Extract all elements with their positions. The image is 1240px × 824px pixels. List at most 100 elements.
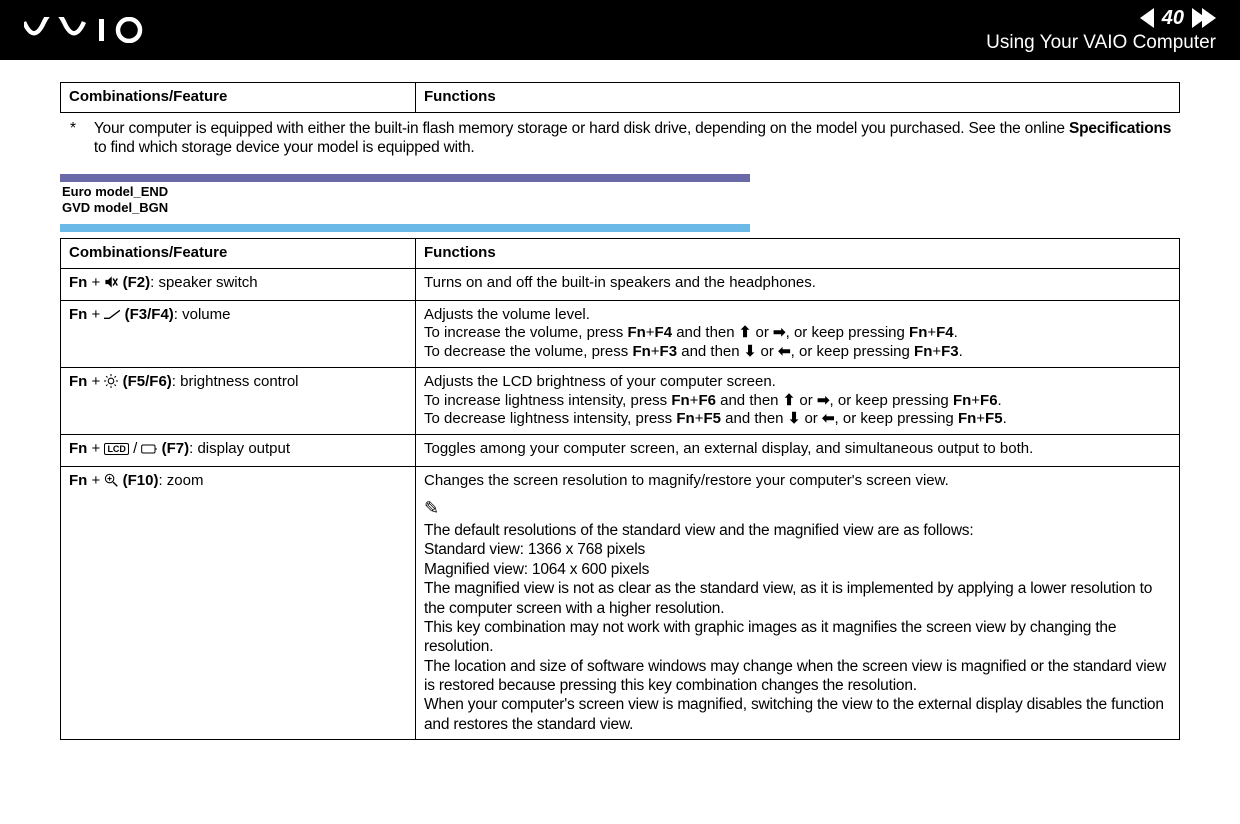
- text: The location and size of software window…: [424, 657, 1171, 696]
- down-arrow-icon: ⬇: [744, 343, 757, 360]
- left-arrow-icon: ⬅: [822, 410, 835, 427]
- fn-table-head: Combinations/Feature Functions: [61, 239, 1180, 269]
- text: or: [751, 324, 773, 341]
- text: , or keep pressing: [830, 392, 953, 409]
- label-f7: : display output: [189, 440, 290, 457]
- kbd: Fn: [676, 410, 694, 427]
- text: or: [795, 392, 817, 409]
- brightness-icon: [104, 374, 118, 394]
- text: , or keep pressing: [786, 324, 909, 341]
- volume-icon: [104, 308, 120, 327]
- kbd: F6: [980, 392, 998, 409]
- text: or: [800, 410, 822, 427]
- func-f2: Turns on and off the built-in speakers a…: [416, 268, 1180, 300]
- text: and then: [721, 410, 788, 427]
- kbd: Fn: [958, 410, 976, 427]
- text: The default resolutions of the standard …: [424, 521, 1171, 540]
- text: This key combination may not work with g…: [424, 618, 1171, 657]
- kbd: F4: [655, 324, 673, 341]
- label-f5f6: : brightness control: [172, 373, 299, 390]
- func-f5f6: Adjusts the LCD brightness of your compu…: [416, 367, 1180, 434]
- right-arrow-icon: ➡: [817, 392, 830, 409]
- text: To increase the volume, press: [424, 324, 627, 341]
- label-f2: : speaker switch: [150, 274, 258, 291]
- fn-table: Combinations/Feature Functions Fn + (F2)…: [60, 238, 1180, 740]
- note-pencil-icon: ✎: [424, 497, 1171, 520]
- label-f3f4: : volume: [174, 306, 231, 323]
- nav-next-icon-2[interactable]: [1202, 8, 1216, 28]
- kbd-fn: Fn: [69, 440, 87, 457]
- external-display-icon: [141, 442, 157, 461]
- page-content: Combinations/Feature Functions * Your co…: [0, 60, 1240, 740]
- feature-f10: Fn + (F10): zoom: [61, 466, 416, 739]
- text: .: [959, 343, 963, 360]
- kbd-f2: (F2): [123, 274, 151, 291]
- kbd: Fn: [671, 392, 689, 409]
- text: Standard view: 1366 x 768 pixels: [424, 540, 1171, 559]
- kbd: Fn: [953, 392, 971, 409]
- kbd-fn: Fn: [69, 472, 87, 489]
- text: , or keep pressing: [791, 343, 914, 360]
- kbd-fn: Fn: [69, 274, 87, 291]
- header-right: 40 Using Your VAIO Computer: [986, 6, 1216, 55]
- right-arrow-icon: ➡: [773, 324, 786, 341]
- page-header: 40 Using Your VAIO Computer: [0, 0, 1240, 60]
- page-nav: 40: [986, 6, 1216, 31]
- text: +: [932, 343, 941, 360]
- table-row: Fn + (F3/F4): volume Adjusts the volume …: [61, 300, 1180, 367]
- kbd-fn: Fn: [69, 373, 87, 390]
- text: and then: [672, 324, 739, 341]
- text: .: [1003, 410, 1007, 427]
- text: +: [927, 324, 936, 341]
- kbd: F3: [660, 343, 678, 360]
- feature-f3f4: Fn + (F3/F4): volume: [61, 300, 416, 367]
- text: .: [954, 324, 958, 341]
- footnote-marker: *: [70, 119, 76, 158]
- nav-prev-icon[interactable]: [1140, 8, 1154, 28]
- text: +: [651, 343, 660, 360]
- text: Adjusts the volume level.: [424, 306, 590, 323]
- feature-f5f6: Fn + (F5/F6): brightness control: [61, 367, 416, 434]
- func-f10: Changes the screen resolution to magnify…: [416, 466, 1180, 739]
- func-f7: Toggles among your computer screen, an e…: [416, 435, 1180, 467]
- func-f3f4: Adjusts the volume level. To increase th…: [416, 300, 1180, 367]
- model-tag: Euro model_END GVD model_BGN: [60, 182, 1180, 219]
- top-table: Combinations/Feature Functions: [60, 82, 1180, 113]
- up-arrow-icon: ⬆: [783, 392, 796, 409]
- text: Changes the screen resolution to magnify…: [424, 472, 949, 489]
- vaio-logo: [24, 15, 154, 45]
- fn-head-feature: Combinations/Feature: [61, 239, 416, 269]
- zoom-notes: The default resolutions of the standard …: [424, 521, 1171, 734]
- kbd: Fn: [627, 324, 645, 341]
- up-arrow-icon: ⬆: [739, 324, 752, 341]
- table-row: Fn + (F2): speaker switch Turns on and o…: [61, 268, 1180, 300]
- kbd: F5: [703, 410, 721, 427]
- text: To decrease the volume, press: [424, 343, 632, 360]
- kbd: F3: [941, 343, 959, 360]
- text: +: [646, 324, 655, 341]
- speaker-mute-icon: [104, 275, 118, 295]
- table-row: Fn + LCD / (F7): display output Toggles …: [61, 435, 1180, 467]
- model-tag-line1: Euro model_END: [62, 184, 168, 199]
- kbd-fn: Fn: [69, 306, 87, 323]
- top-table-col2: Functions: [416, 83, 1180, 113]
- label-f10: : zoom: [158, 472, 203, 489]
- text: and then: [677, 343, 744, 360]
- text: and then: [716, 392, 783, 409]
- kbd: F5: [985, 410, 1003, 427]
- text: To decrease lightness intensity, press: [424, 410, 676, 427]
- text: , or keep pressing: [835, 410, 958, 427]
- text: or: [756, 343, 778, 360]
- section-title: Using Your VAIO Computer: [986, 31, 1216, 55]
- separator-bar-purple: [60, 174, 750, 182]
- footnote-text-c: to find which storage device your model …: [94, 139, 475, 156]
- text: .: [998, 392, 1002, 409]
- text: +: [971, 392, 980, 409]
- table-row: Fn + (F10): zoom Changes the screen reso…: [61, 466, 1180, 739]
- down-arrow-icon: ⬇: [788, 410, 801, 427]
- left-arrow-icon: ⬅: [778, 343, 791, 360]
- vaio-logo-svg: [24, 17, 154, 43]
- kbd: Fn: [909, 324, 927, 341]
- kbd: F6: [698, 392, 716, 409]
- kbd-f3f4: (F3/F4): [125, 306, 174, 323]
